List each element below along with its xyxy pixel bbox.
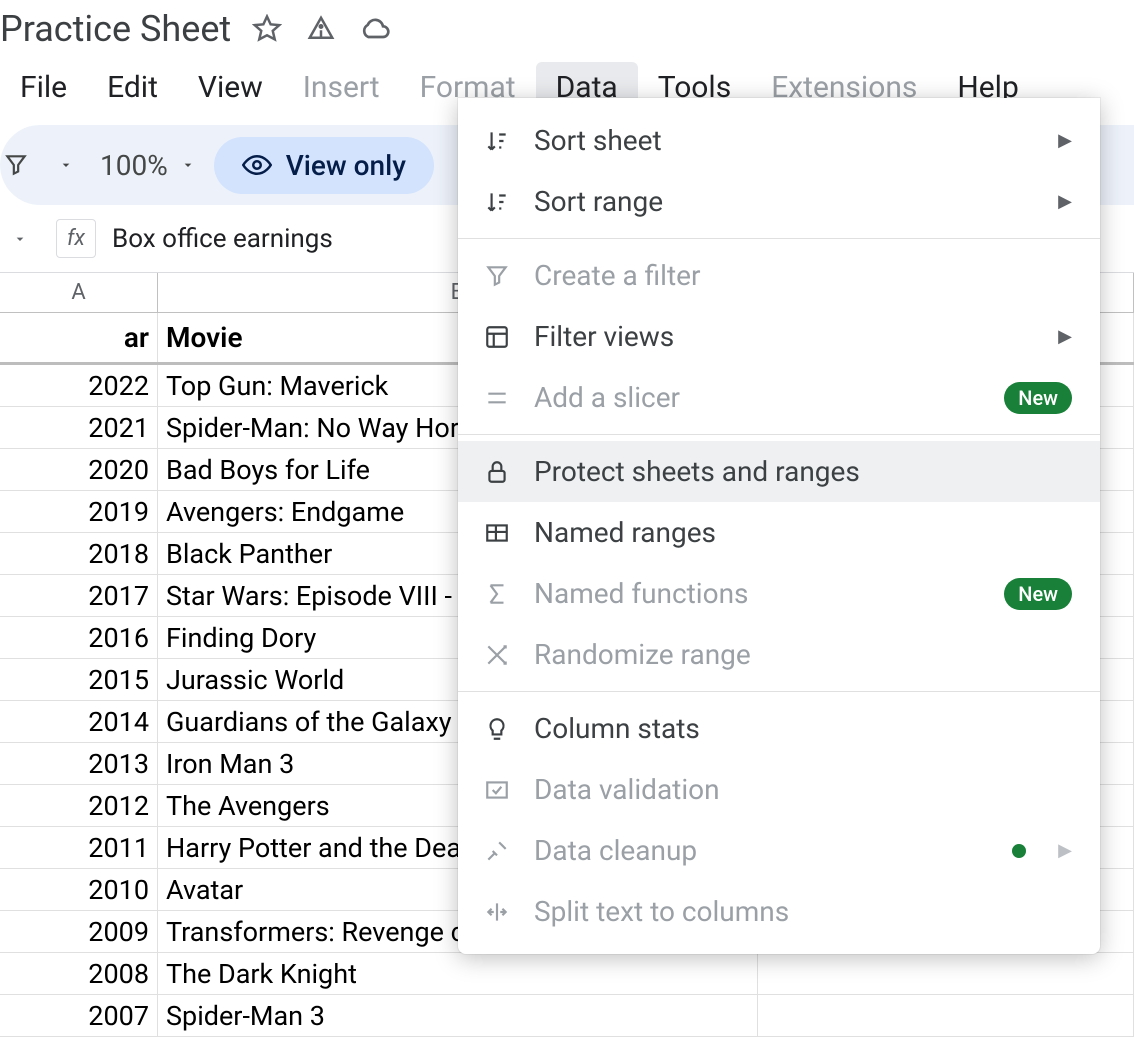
cell-year[interactable]: 2007 <box>0 995 158 1036</box>
shuffle-icon <box>482 640 512 670</box>
submenu-arrow-icon: ▶ <box>1058 191 1072 212</box>
star-icon[interactable] <box>249 11 285 47</box>
cleanup-icon <box>482 836 512 866</box>
menu-separator <box>458 238 1100 239</box>
cell-year[interactable]: 2020 <box>0 449 158 490</box>
cell-year[interactable]: 2013 <box>0 743 158 784</box>
menu-edit[interactable]: Edit <box>87 62 178 113</box>
fx-label[interactable]: fx <box>67 226 85 251</box>
cell-rest[interactable] <box>758 953 1134 994</box>
menu-split-text: Split text to columns <box>458 881 1100 942</box>
submenu-arrow-icon: ▶ <box>1058 130 1072 151</box>
cell-year[interactable]: 2019 <box>0 491 158 532</box>
table-row[interactable]: 2007Spider-Man 3 <box>0 995 1134 1037</box>
view-only-label: View only <box>286 149 406 182</box>
menu-named-functions: Named functions New <box>458 563 1100 624</box>
filter-icon[interactable] <box>0 149 32 181</box>
formula-content[interactable]: Box office earnings <box>112 224 333 254</box>
menu-randomize-range: Randomize range <box>458 624 1100 685</box>
slicer-icon <box>482 383 512 413</box>
column-header-a[interactable]: A <box>0 273 158 312</box>
menu-data-cleanup: Data cleanup ▶ <box>458 820 1100 881</box>
menu-sort-range[interactable]: Sort range ▶ <box>458 171 1100 232</box>
cell-year[interactable]: 2016 <box>0 617 158 658</box>
cell-year[interactable]: 2014 <box>0 701 158 742</box>
data-dropdown-menu: Sort sheet ▶ Sort range ▶ Create a filte… <box>458 98 1100 954</box>
cell-year[interactable]: 2017 <box>0 575 158 616</box>
menu-sort-sheet[interactable]: Sort sheet ▶ <box>458 110 1100 171</box>
menu-data-validation: Data validation <box>458 759 1100 820</box>
new-badge: New <box>1004 578 1072 610</box>
cell-year[interactable]: 2011 <box>0 827 158 868</box>
menu-create-filter: Create a filter <box>458 245 1100 306</box>
status-dot-icon <box>1012 844 1026 858</box>
cell-year[interactable]: 2008 <box>0 953 158 994</box>
menu-insert[interactable]: Insert <box>283 62 400 113</box>
document-title[interactable]: Practice Sheet <box>0 8 231 50</box>
sigma-icon <box>482 579 512 609</box>
fx-box: fx <box>56 219 96 258</box>
cell-year[interactable]: 2015 <box>0 659 158 700</box>
lightbulb-icon <box>482 714 512 744</box>
cloud-icon[interactable] <box>357 11 393 47</box>
zoom-value: 100% <box>100 149 168 182</box>
sort-icon <box>482 126 512 156</box>
named-ranges-icon <box>482 518 512 548</box>
cell-year[interactable]: 2018 <box>0 533 158 574</box>
cell-year[interactable]: 2010 <box>0 869 158 910</box>
cell-year[interactable]: 2012 <box>0 785 158 826</box>
menu-column-stats[interactable]: Column stats <box>458 698 1100 759</box>
split-icon <box>482 897 512 927</box>
menu-protect-sheets[interactable]: Protect sheets and ranges <box>458 441 1100 502</box>
new-badge: New <box>1004 382 1072 414</box>
cell-year[interactable]: 2022 <box>0 365 158 406</box>
menu-filter-views[interactable]: Filter views ▶ <box>458 306 1100 367</box>
zoom-control[interactable]: 100% <box>100 149 196 182</box>
lock-icon <box>482 457 512 487</box>
menu-file[interactable]: File <box>0 62 87 113</box>
menu-add-slicer: Add a slicer New <box>458 367 1100 428</box>
sort-icon <box>482 187 512 217</box>
move-icon[interactable] <box>303 11 339 47</box>
menu-named-ranges[interactable]: Named ranges <box>458 502 1100 563</box>
cell-year[interactable]: 2021 <box>0 407 158 448</box>
menu-view[interactable]: View <box>178 62 283 113</box>
view-only-badge[interactable]: View only <box>214 137 434 194</box>
chevron-down-icon <box>12 231 28 247</box>
cell-year[interactable]: 2009 <box>0 911 158 952</box>
submenu-arrow-icon: ▶ <box>1058 326 1072 347</box>
filter-views-icon <box>482 322 512 352</box>
chevron-down-icon <box>180 157 196 173</box>
cell-rest[interactable] <box>758 995 1134 1036</box>
submenu-arrow-icon: ▶ <box>1058 840 1072 861</box>
chevron-down-icon[interactable] <box>50 149 82 181</box>
menu-separator <box>458 691 1100 692</box>
validation-icon <box>482 775 512 805</box>
header-year[interactable]: ar <box>0 313 158 362</box>
name-box[interactable] <box>12 231 40 247</box>
cell-movie[interactable]: Spider-Man 3 <box>158 995 758 1036</box>
filter-icon <box>482 261 512 291</box>
eye-icon <box>242 150 272 180</box>
menu-separator <box>458 434 1100 435</box>
cell-movie[interactable]: The Dark Knight <box>158 953 758 994</box>
title-bar: Practice Sheet <box>0 0 1134 56</box>
table-row[interactable]: 2008The Dark Knight <box>0 953 1134 995</box>
